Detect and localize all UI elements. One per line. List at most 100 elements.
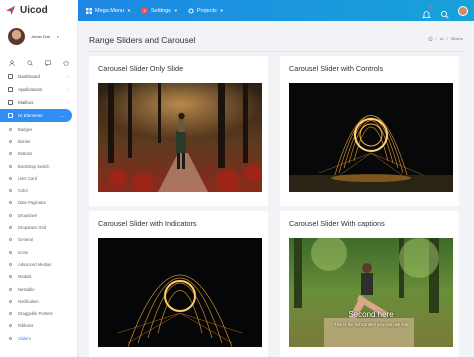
bullet-icon xyxy=(9,238,12,242)
bullet-icon xyxy=(9,201,12,205)
sidebar-item-label: Dashboard xyxy=(18,74,41,79)
bullet-icon xyxy=(9,176,12,180)
submenu-item-modals[interactable]: Modals xyxy=(0,271,77,283)
dashboard-icon xyxy=(8,74,13,79)
bullet-icon xyxy=(9,324,12,328)
bullet-icon xyxy=(9,312,12,316)
bullet-icon xyxy=(9,226,12,230)
power-icon[interactable] xyxy=(63,53,69,66)
sidebar-item-ui-elements[interactable]: UI Elements ⌄ xyxy=(0,109,72,122)
breadcrumb-ui[interactable]: UI xyxy=(440,36,444,41)
sidebar-item-label: UI Elements xyxy=(18,113,43,118)
caption-text: This is the subcontent you can use this xyxy=(333,322,409,327)
submenu-item-buttons[interactable]: Buttons xyxy=(0,148,77,160)
submenu-item-label: Color xyxy=(18,188,29,194)
chevron-down-icon: ▼ xyxy=(173,8,178,13)
card-title: Carousel Slider with Indicators xyxy=(98,219,197,228)
avatar xyxy=(8,28,25,45)
user-icon[interactable] xyxy=(9,53,15,67)
app-name: Uicod xyxy=(20,5,48,16)
sidebar-item-mailbox[interactable]: Mailbox › xyxy=(0,96,77,109)
logo[interactable]: Uicod xyxy=(0,0,78,21)
apps-icon xyxy=(8,87,13,92)
search-icon[interactable] xyxy=(27,53,33,66)
page-title: Range Sliders and Carousel xyxy=(89,35,196,45)
submenu-item-label: Advanced Medias xyxy=(18,261,52,267)
chevron-right-icon: › xyxy=(67,100,69,105)
user-profile[interactable]: Johan Doe ▼ xyxy=(0,21,77,45)
bell-icon[interactable] xyxy=(422,5,432,18)
submenu-item-label: Buttons xyxy=(18,151,33,157)
submenu-item-color[interactable]: Color xyxy=(0,184,77,196)
home-icon[interactable] xyxy=(427,36,433,41)
message-icon[interactable] xyxy=(45,53,51,67)
main-content: Range Sliders and Carousel / UI / Slider… xyxy=(78,21,474,357)
carousel-card-with-captions: Carousel Slider With captions Second her… xyxy=(280,211,459,357)
submenu-item-label: Ribbons xyxy=(18,323,34,329)
breadcrumb: / UI / Sliders xyxy=(427,36,463,41)
mega-menu[interactable]: Mega Menu ▼ xyxy=(86,7,132,14)
submenu-item-label: Dropdown Grid xyxy=(18,225,47,231)
bullet-icon xyxy=(9,189,12,193)
bullet-icon xyxy=(9,164,12,168)
settings-menu-label: Settings xyxy=(151,7,171,14)
layers-icon xyxy=(8,113,13,118)
divider xyxy=(89,51,463,52)
submenu-item-nestable[interactable]: Nestable xyxy=(0,283,77,295)
paper-plane-icon xyxy=(5,5,16,16)
grid-icon xyxy=(86,7,92,14)
submenu-item-advanced-medias[interactable]: Advanced Medias xyxy=(0,258,77,270)
top-navbar: Mega Menu ▼ 4 Settings ▼ Projects ▼ xyxy=(78,0,474,21)
submenu-item-date-paginator[interactable]: Date Paginator xyxy=(0,197,77,209)
bullet-icon xyxy=(9,213,12,217)
submenu-item-label: Border xyxy=(18,138,31,144)
submenu-item-general[interactable]: General xyxy=(0,234,77,246)
chevron-down-icon: ▼ xyxy=(56,34,60,39)
breadcrumb-sliders: Sliders xyxy=(450,36,463,41)
chevron-down-icon: ▼ xyxy=(219,8,224,13)
submenu-item-label: Date Paginator xyxy=(18,200,46,206)
carousel-slide-image[interactable]: Second here This is the subcontent you c… xyxy=(289,238,453,347)
submenu-item-dropdown[interactable]: Dropdown xyxy=(0,209,77,221)
sidebar-item-label: Applications xyxy=(18,87,43,92)
sidebar-item-label: Mailbox xyxy=(18,100,34,105)
carousel-slide-image[interactable] xyxy=(98,83,262,192)
sidebar-item-dashboard[interactable]: Dashboard › xyxy=(0,70,77,83)
mega-menu-label: Mega Menu xyxy=(95,7,125,14)
submenu-item-label: Modals xyxy=(18,274,32,280)
bullet-icon xyxy=(9,152,12,156)
submenu-item-label: User Card xyxy=(18,175,38,181)
submenu-item-user-card[interactable]: User Card xyxy=(0,172,77,184)
submenu-item-border[interactable]: Border xyxy=(0,135,77,147)
submenu-item-dropdown-grid[interactable]: Dropdown Grid xyxy=(0,221,77,233)
carousel-card-only-slide: Carousel Slider Only Slide xyxy=(89,56,268,206)
settings-menu[interactable]: 4 Settings ▼ xyxy=(141,7,178,14)
submenu-item-label: Badges xyxy=(18,126,33,132)
submenu-item-ribbons[interactable]: Ribbons xyxy=(0,320,77,332)
submenu-item-label: Bootstrap Switch xyxy=(18,163,50,169)
submenu-item-icons[interactable]: Icons xyxy=(0,246,77,258)
user-name: Johan Doe xyxy=(31,34,51,39)
submenu-item-draggable-portlets[interactable]: Draggable Portlets xyxy=(0,307,77,319)
search-icon[interactable] xyxy=(440,6,449,19)
submenu-item-label: Draggable Portlets xyxy=(18,311,53,317)
submenu-item-label: General xyxy=(18,237,33,243)
submenu-item-bootstrap-switch[interactable]: Bootstrap Switch xyxy=(0,160,77,172)
sidebar-item-applications[interactable]: Applications › xyxy=(0,83,77,96)
caption-heading: Second here xyxy=(348,310,394,319)
chevron-down-icon: ▼ xyxy=(127,8,132,13)
sidebar: Johan Doe ▼ Dashboard › Applications › Mai… xyxy=(0,21,78,357)
submenu-item-label: Sliders xyxy=(18,335,31,341)
carousel-card-with-indicators: Carousel Slider with Indicators xyxy=(89,211,268,357)
submenu-item-badges[interactable]: Badges xyxy=(0,123,77,135)
submenu-item-label: Notification xyxy=(18,298,39,304)
projects-menu[interactable]: Projects ▼ xyxy=(188,8,224,14)
carousel-slide-image[interactable] xyxy=(289,83,453,192)
submenu-item-sliders[interactable]: Sliders xyxy=(0,332,77,344)
chevron-down-icon: ⌄ xyxy=(60,113,64,118)
user-avatar[interactable] xyxy=(458,5,468,16)
carousel-slide-image[interactable] xyxy=(98,238,262,347)
submenu-item-notification[interactable]: Notification xyxy=(0,295,77,307)
ui-elements-submenu: Badges Border Buttons Bootstrap Switch User … xyxy=(0,123,77,344)
card-title: Carousel Slider Only Slide xyxy=(98,64,184,73)
